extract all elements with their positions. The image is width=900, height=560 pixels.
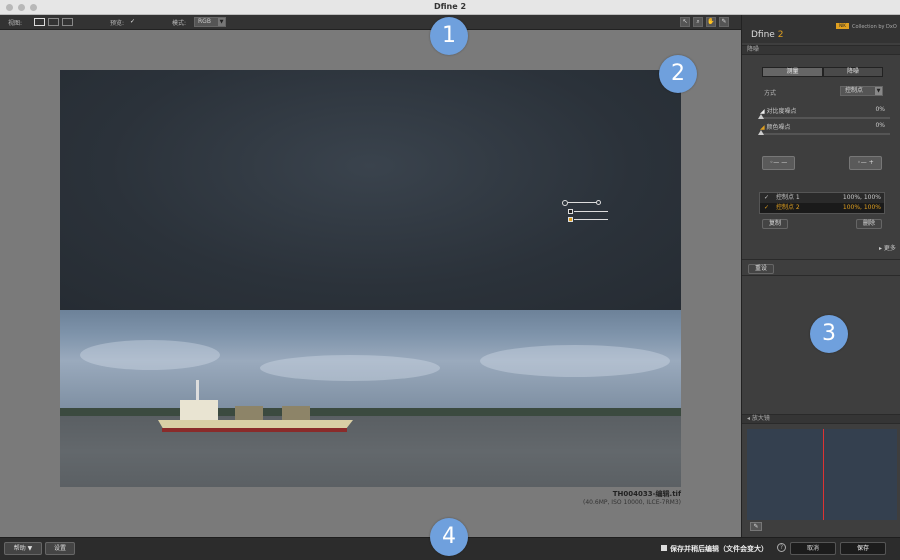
photo-preview[interactable] [60, 70, 681, 487]
mode-value: RGB [198, 18, 211, 25]
control-point-value: 100%, 100% [842, 204, 881, 211]
view-label: 视图: [8, 20, 23, 27]
control-point-slider-line [568, 202, 596, 203]
preview-label: 预览: [110, 20, 125, 27]
checkbox-icon[interactable]: ✓ [764, 203, 769, 213]
product-version: 2 [777, 30, 784, 40]
control-point-icon[interactable] [568, 217, 573, 222]
chevron-down-icon: ▼ [875, 87, 882, 95]
control-point-list: ✓ 控制点 1 100%, 100% ✓ 控制点 2 100%, 100% [759, 192, 885, 214]
single-view-button[interactable] [34, 18, 45, 26]
light-cloud [80, 340, 220, 370]
ship-crane [282, 406, 310, 420]
control-point-handle[interactable] [562, 200, 568, 206]
image-filename: TH004033-编辑.tif [612, 490, 681, 498]
collection-label: Collection by DxO [852, 24, 897, 30]
control-point-slider-line [574, 211, 608, 212]
control-point-label: 控制点 2 [776, 204, 800, 211]
settings-button[interactable]: 设置 [45, 542, 75, 555]
split-view-button[interactable] [48, 18, 59, 26]
control-point-slider-line [574, 219, 608, 220]
pointer-tool-icon[interactable]: ↖ [680, 17, 690, 27]
chevron-down-icon: ▼ [218, 18, 225, 26]
ship-waterline [162, 428, 347, 432]
color-noise-label: 颜色噪点 [766, 124, 791, 131]
storm-clouds [60, 70, 681, 310]
divider [742, 275, 900, 276]
image-caption: TH004033-编辑.tif (40.6MP, ISO 10000, ILCE… [583, 489, 681, 506]
ship-mast [196, 380, 199, 402]
contrast-noise-label: 对比度噪点 [766, 108, 797, 115]
callout-marker-1: 1 [430, 17, 468, 55]
callout-marker-4: 4 [430, 518, 468, 556]
save-later-option[interactable]: 保存并稍后编辑（文件会变大） [661, 544, 768, 554]
hand-tool-icon[interactable]: ✋ [706, 17, 716, 27]
save-later-checkbox[interactable] [661, 545, 667, 551]
color-noise-slider-knob[interactable] [758, 130, 764, 135]
callout-marker-2: 2 [659, 55, 697, 93]
title-bar: Dfine 2 [0, 0, 900, 15]
list-item[interactable]: ✓ 控制点 1 100%, 100% [760, 193, 884, 203]
delete-button[interactable]: 删除 [856, 219, 882, 229]
add-negative-control-point-button[interactable]: ◦— — [762, 156, 795, 170]
color-noise-value: 0% [875, 122, 885, 129]
loupe-section-header[interactable]: ◂ 放大镜 [742, 414, 900, 424]
shoreline [60, 408, 681, 416]
window-title: Dfine 2 [433, 2, 467, 11]
tab-measure[interactable]: 测量 [762, 67, 823, 77]
method-value: 控制点 [845, 87, 864, 94]
preview-checkbox[interactable]: ✓ [130, 18, 135, 25]
contrast-noise-slider-knob[interactable] [758, 114, 764, 119]
ship-crane [235, 406, 263, 420]
contrast-noise-row: ◢ 对比度噪点 0% [760, 106, 885, 115]
color-picker-icon[interactable]: ✎ [719, 17, 729, 27]
control-point-icon[interactable] [568, 209, 573, 214]
control-point-widget[interactable] [562, 200, 612, 226]
color-noise-row: ◢ 颜色噪点 0% [760, 122, 885, 131]
panel-header: NIK Collection by DxO Dfine 2 [742, 15, 900, 43]
product-name: Dfine [751, 30, 775, 40]
light-cloud [260, 355, 440, 381]
right-panel: NIK Collection by DxO Dfine 2 降噪 测量 降噪 方… [741, 15, 900, 537]
help-button[interactable]: 帮助 ▼ [4, 542, 42, 555]
info-icon[interactable]: ? [777, 543, 786, 552]
water [60, 416, 681, 487]
save-later-label: 保存并稍后编辑（文件会变大） [670, 545, 768, 553]
loupe-view[interactable] [747, 429, 897, 520]
list-item[interactable]: ✓ 控制点 2 100%, 100% [760, 203, 884, 213]
method-select[interactable]: 控制点 ▼ [840, 86, 883, 96]
copy-button[interactable]: 复制 [762, 219, 788, 229]
control-point-value: 100%, 100% [842, 194, 881, 201]
callout-marker-3: 3 [810, 315, 848, 353]
top-toolbar: 视图: 预览: ✓ 模式: RGB ▼ ↖ ⌕ ✋ ✎ [0, 15, 741, 30]
method-label: 方式 [764, 90, 777, 97]
noise-section-header[interactable]: 降噪 [742, 45, 900, 55]
save-button[interactable]: 保存 [840, 542, 886, 555]
color-noise-slider[interactable] [760, 133, 890, 135]
mode-label: 模式: [172, 20, 187, 27]
reset-button[interactable]: 重设 [748, 264, 774, 274]
loupe-split-line[interactable] [823, 429, 824, 520]
mode-select[interactable]: RGB ▼ [194, 17, 226, 27]
checkbox-icon[interactable]: ✓ [764, 193, 769, 203]
divider [742, 259, 900, 260]
control-point-label: 控制点 1 [776, 194, 800, 201]
contrast-noise-slider[interactable] [760, 117, 890, 119]
side-by-side-view-button[interactable] [62, 18, 73, 26]
contrast-noise-value: 0% [875, 106, 885, 113]
image-canvas[interactable]: TH004033-编辑.tif (40.6MP, ISO 10000, ILCE… [0, 30, 741, 537]
ship-bridge [180, 400, 218, 420]
zoom-tool-icon[interactable]: ⌕ [693, 17, 703, 27]
product-title: Dfine 2 [751, 30, 783, 40]
tab-denoise[interactable]: 降噪 [823, 67, 883, 77]
image-metadata: (40.6MP, ISO 10000, ILCE-7RM3) [583, 499, 681, 506]
cancel-button[interactable]: 取消 [790, 542, 836, 555]
control-point-size-handle[interactable] [596, 200, 601, 205]
light-cloud [480, 345, 670, 377]
more-toggle[interactable]: ▸ 更多 [879, 243, 896, 252]
nik-logo: NIK [836, 23, 849, 29]
loupe-pin-icon[interactable]: ✎ [750, 522, 762, 531]
add-control-point-button[interactable]: ◦— + [849, 156, 882, 170]
